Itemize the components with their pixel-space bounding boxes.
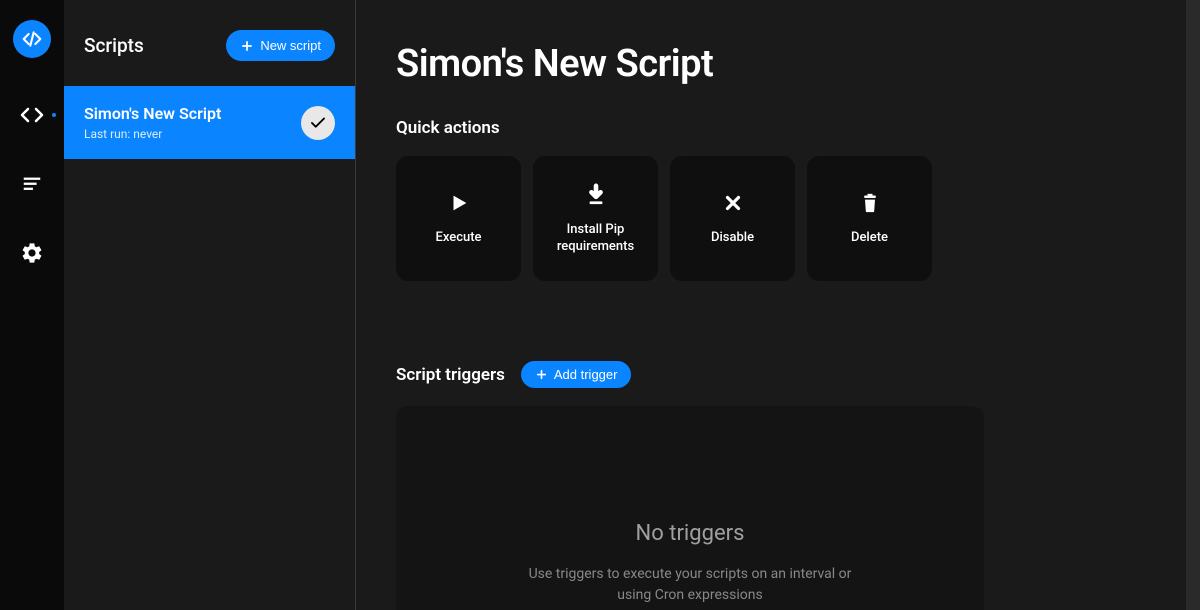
add-trigger-button[interactable]: Add trigger [521,361,632,388]
panel-title: Scripts [84,34,144,57]
code-icon [20,103,44,127]
script-status-check [301,106,335,140]
quick-actions-row: Execute Install Pip requirements [396,156,1146,281]
empty-title: No triggers [636,521,745,546]
trash-icon [857,190,883,216]
add-trigger-label: Add trigger [554,367,618,382]
page-title: Simon's New Script [396,42,1146,86]
plus-icon [240,39,254,53]
action-label: Delete [851,230,888,247]
main-content: Simon's New Script Quick actions Execute… [356,0,1186,610]
download-icon [583,182,609,208]
install-pip-action[interactable]: Install Pip requirements [533,156,658,281]
play-icon [446,190,472,216]
scripts-panel: Scripts New script Simon's New Script La… [64,0,356,610]
action-label: Disable [711,230,754,247]
active-indicator [52,113,56,117]
nav-scripts[interactable] [20,103,44,127]
script-item-lastrun: Last run: never [84,127,221,141]
scrollbar[interactable] [1186,0,1200,610]
nav-settings[interactable] [20,241,44,265]
app-logo[interactable] [13,20,51,58]
script-item-name: Simon's New Script [84,104,221,123]
check-icon [309,114,327,132]
empty-description: Use triggers to execute your scripts on … [520,564,860,606]
delete-action[interactable]: Delete [807,156,932,281]
new-script-button[interactable]: New script [226,30,335,61]
quick-actions-heading: Quick actions [396,118,500,138]
disable-action[interactable]: Disable [670,156,795,281]
triggers-empty-state: No triggers Use triggers to execute your… [396,406,984,610]
close-icon [720,190,746,216]
new-script-label: New script [260,38,321,53]
plus-icon [535,368,548,381]
primary-nav [0,0,64,610]
execute-action[interactable]: Execute [396,156,521,281]
lines-icon [21,173,43,195]
action-label: Execute [435,230,481,247]
action-label: Install Pip requirements [543,222,648,256]
gear-icon [20,241,44,265]
triggers-heading: Script triggers [396,365,505,385]
nav-logs[interactable] [20,172,44,196]
script-list-item[interactable]: Simon's New Script Last run: never [64,86,355,159]
